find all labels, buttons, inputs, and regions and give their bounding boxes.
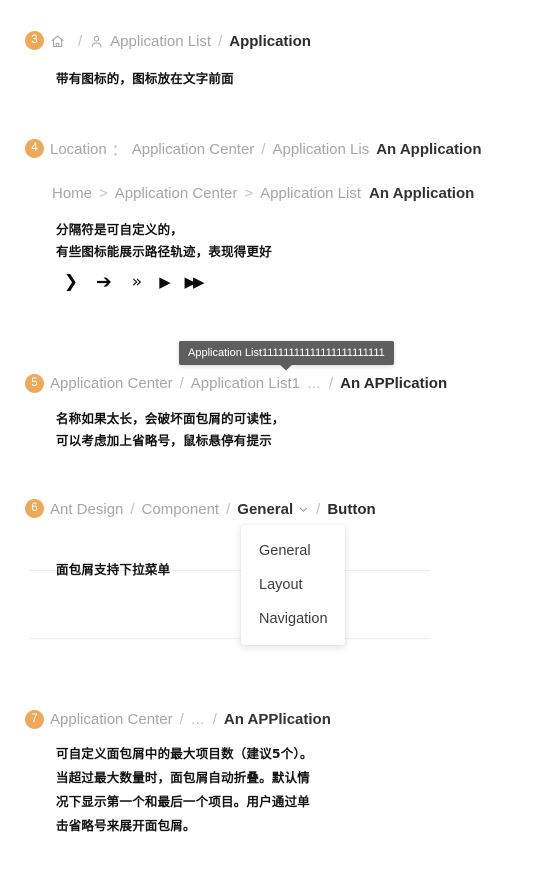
step-badge-4: 4 xyxy=(25,139,44,158)
breadcrumb-section-4-row-1: Location ： Application Center / Applicat… xyxy=(50,138,543,160)
dropdown-item-navigation[interactable]: Navigation xyxy=(241,602,345,636)
annotation-note-4-line-1: 分隔符是可自定义的， xyxy=(56,222,184,237)
breadcrumb-item-application-center[interactable]: Application Center xyxy=(115,185,238,202)
breadcrumb-separator: > xyxy=(99,184,108,202)
double-chevron-right-glyph: » xyxy=(131,272,143,292)
breadcrumb-item-home[interactable] xyxy=(50,34,71,49)
user-icon xyxy=(89,34,104,49)
home-icon xyxy=(50,34,65,49)
breadcrumb-separator: / xyxy=(226,500,231,518)
breadcrumb-item-ant-design[interactable]: Ant Design xyxy=(50,501,123,518)
triangle-right-glyph: ▶ xyxy=(159,273,171,291)
double-triangle-right-glyph: ▶▶ xyxy=(184,273,204,291)
tooltip-text: Application List11111111111111111111111 xyxy=(188,347,385,359)
breadcrumb-item-label: Application List xyxy=(110,32,212,50)
chevron-right-glyph: ❯ xyxy=(63,272,79,292)
breadcrumb-prefix-label: Location xyxy=(50,140,107,158)
breadcrumb-separator: / xyxy=(130,500,135,518)
breadcrumb-section-3: / Application List / Application xyxy=(50,30,543,52)
breadcrumb-section-7: Application Center / … / An APPlication xyxy=(50,708,543,730)
breadcrumb-dropdown-menu[interactable]: General Layout Navigation xyxy=(241,525,345,645)
section-5: Application List11111111111111111111111 … xyxy=(0,338,543,458)
breadcrumb-separator: > xyxy=(244,184,254,202)
breadcrumb-separator: / xyxy=(78,32,83,50)
divider-bottom xyxy=(30,638,430,639)
breadcrumb-item-application-list[interactable]: Application List xyxy=(260,185,361,202)
annotation-note-7-line-1: 可自定义面包屑中的最大项目数（建议5个）。 xyxy=(56,746,313,761)
breadcrumb-ellipsis[interactable]: … xyxy=(191,711,206,727)
breadcrumb-item-application-list-truncated[interactable]: Application Lis xyxy=(272,141,369,158)
separator-glyph-row: ❯ ➔ » ▶ ▶▶ xyxy=(56,271,208,293)
dropdown-item-layout[interactable]: Layout xyxy=(241,568,345,602)
section-7: 7 Application Center / … / An APPlicatio… xyxy=(0,705,543,865)
breadcrumb-item-current: An Application xyxy=(369,184,475,202)
breadcrumb-separator: / xyxy=(179,374,184,392)
breadcrumb-separator: / xyxy=(179,710,184,728)
breadcrumb-separator: / xyxy=(328,374,334,392)
breadcrumb-separator: / xyxy=(261,140,266,158)
breadcrumb-item-component[interactable]: Component xyxy=(142,501,220,518)
annotation-note-7-line-3: 况下显示第一个和最后一个项目。用户通过单 xyxy=(56,794,311,809)
annotation-note-5-line-2: 可以考虑加上省略号，鼠标悬停有提示 xyxy=(56,433,272,448)
section-6: 6 Ant Design / Component / General / But… xyxy=(0,490,543,660)
breadcrumb-section-6: Ant Design / Component / General / Butto… xyxy=(50,498,543,520)
breadcrumb-separator: / xyxy=(316,500,321,518)
breadcrumb-section-5: Application Center / Application List1 …… xyxy=(50,372,543,394)
section-3: 3 / Application List / Application 带有图标的… xyxy=(0,0,543,120)
breadcrumb-ellipsis[interactable]: … xyxy=(307,375,322,391)
section-4: 4 Location ： Application Center / Applic… xyxy=(0,130,543,320)
breadcrumb-item-application-center[interactable]: Application Center xyxy=(50,375,173,392)
breadcrumb-section-4-row-2: Home > Application Center > Application … xyxy=(52,182,543,204)
breadcrumb-separator: / xyxy=(212,710,217,728)
breadcrumb-item-label: General xyxy=(237,500,294,518)
breadcrumb-item-current: Button xyxy=(327,500,376,518)
step-badge-3: 3 xyxy=(25,31,44,50)
annotation-note-7-line-4: 击省略号来展开面包屑。 xyxy=(56,818,196,833)
dropdown-item-general[interactable]: General xyxy=(241,534,345,568)
breadcrumb-item-current: An Application xyxy=(376,140,482,158)
chevron-down-icon[interactable] xyxy=(298,504,309,515)
tooltip-arrow xyxy=(280,359,293,371)
breadcrumb-tooltip: Application List11111111111111111111111 xyxy=(179,341,394,371)
breadcrumb-item-application-center[interactable]: Application Center xyxy=(50,711,173,728)
annotation-note-6: 面包屑支持下拉菜单 xyxy=(56,562,171,577)
annotation-note-7-line-2: 当超过最大数量时，面包屑自动折叠。默认情 xyxy=(56,770,311,785)
breadcrumb-separator: / xyxy=(218,32,223,50)
breadcrumb-item-current: An APPlication xyxy=(223,710,331,728)
breadcrumb-item-home[interactable]: Home xyxy=(52,185,92,202)
step-badge-7: 7 xyxy=(25,710,44,729)
step-badge-6: 6 xyxy=(25,499,44,518)
breadcrumb-item-application-list1[interactable]: Application List1 xyxy=(191,375,300,392)
annotation-note-4-line-2: 有些图标能展示路径轨迹，表现得更好 xyxy=(56,244,272,259)
step-badge-5: 5 xyxy=(25,374,44,393)
breadcrumb-item-current: An APPlication xyxy=(340,374,448,392)
breadcrumb-item-application-center[interactable]: Application Center xyxy=(132,141,255,158)
arrow-right-glyph: ➔ xyxy=(96,271,112,293)
breadcrumb-item-general-dropdown[interactable]: General xyxy=(237,501,309,518)
breadcrumb-prefix-colon: ： xyxy=(111,141,127,159)
annotation-note-5-line-1: 名称如果太长，会破坏面包屑的可读性， xyxy=(56,411,285,426)
breadcrumb-item-application-list[interactable]: Application List xyxy=(89,33,211,50)
breadcrumb-item-current: Application xyxy=(229,32,311,50)
annotation-note-3: 带有图标的，图标放在文字前面 xyxy=(56,71,234,86)
